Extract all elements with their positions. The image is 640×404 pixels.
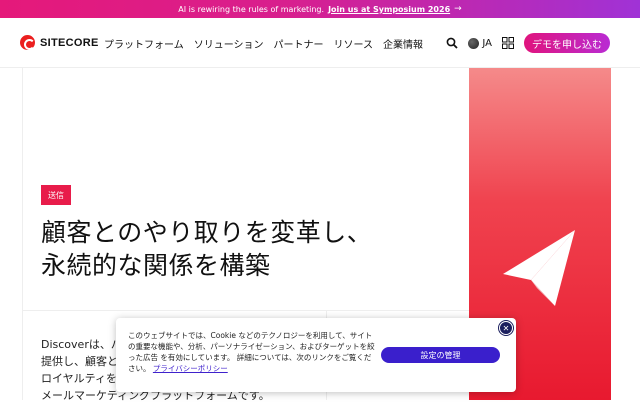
announcement-banner: AI is rewiring the rules of marketing. J… [0, 0, 640, 18]
privacy-policy-link[interactable]: プライバシーポリシー [153, 364, 228, 373]
page-title: 顧客とのやり取りを変革し、 永続的な関係を構築 [41, 216, 401, 282]
close-icon[interactable]: ✕ [499, 321, 513, 335]
apps-grid-icon[interactable] [501, 36, 515, 50]
banner-link[interactable]: Join us at Symposium 2026 [328, 5, 450, 14]
manage-settings-button[interactable]: 設定の管理 [381, 347, 500, 363]
title-line-2: 永続的な関係を構築 [41, 251, 271, 280]
logo-text: SITECORE [40, 36, 99, 49]
language-label: JA [482, 37, 492, 49]
title-line-1: 顧客とのやり取りを変革し、 [41, 218, 373, 247]
request-demo-button[interactable]: デモを申し込む [524, 33, 610, 53]
nav-company[interactable]: 企業情報 [383, 36, 423, 51]
site-header: SITECORE プラットフォーム ソリューション パートナー リソース 企業情… [0, 18, 640, 68]
nav-solutions[interactable]: ソリューション [194, 36, 264, 51]
divider [23, 310, 470, 311]
paper-plane-icon [503, 230, 575, 306]
header-tools: JA デモを申し込む [445, 33, 610, 53]
nav-resources[interactable]: リソース [334, 36, 374, 51]
search-icon[interactable] [445, 36, 459, 50]
nav-platform[interactable]: プラットフォーム [104, 36, 184, 51]
category-tag: 送信 [41, 185, 71, 205]
main-nav: プラットフォーム ソリューション パートナー リソース 企業情報 [104, 36, 423, 51]
globe-icon [468, 37, 480, 49]
language-selector[interactable]: JA [468, 37, 492, 49]
cookie-text: このウェブサイトでは、Cookie などのテクノロジーを利用して、サイトの重要な… [128, 330, 378, 374]
arrow-right-icon[interactable]: → [454, 4, 462, 14]
sitecore-logo[interactable]: SITECORE [20, 35, 99, 50]
sitecore-logo-icon [20, 35, 35, 50]
nav-partners[interactable]: パートナー [274, 36, 324, 51]
banner-text: AI is rewiring the rules of marketing. [178, 4, 325, 14]
cookie-consent-banner: このウェブサイトでは、Cookie などのテクノロジーを利用して、サイトの重要な… [116, 318, 516, 392]
